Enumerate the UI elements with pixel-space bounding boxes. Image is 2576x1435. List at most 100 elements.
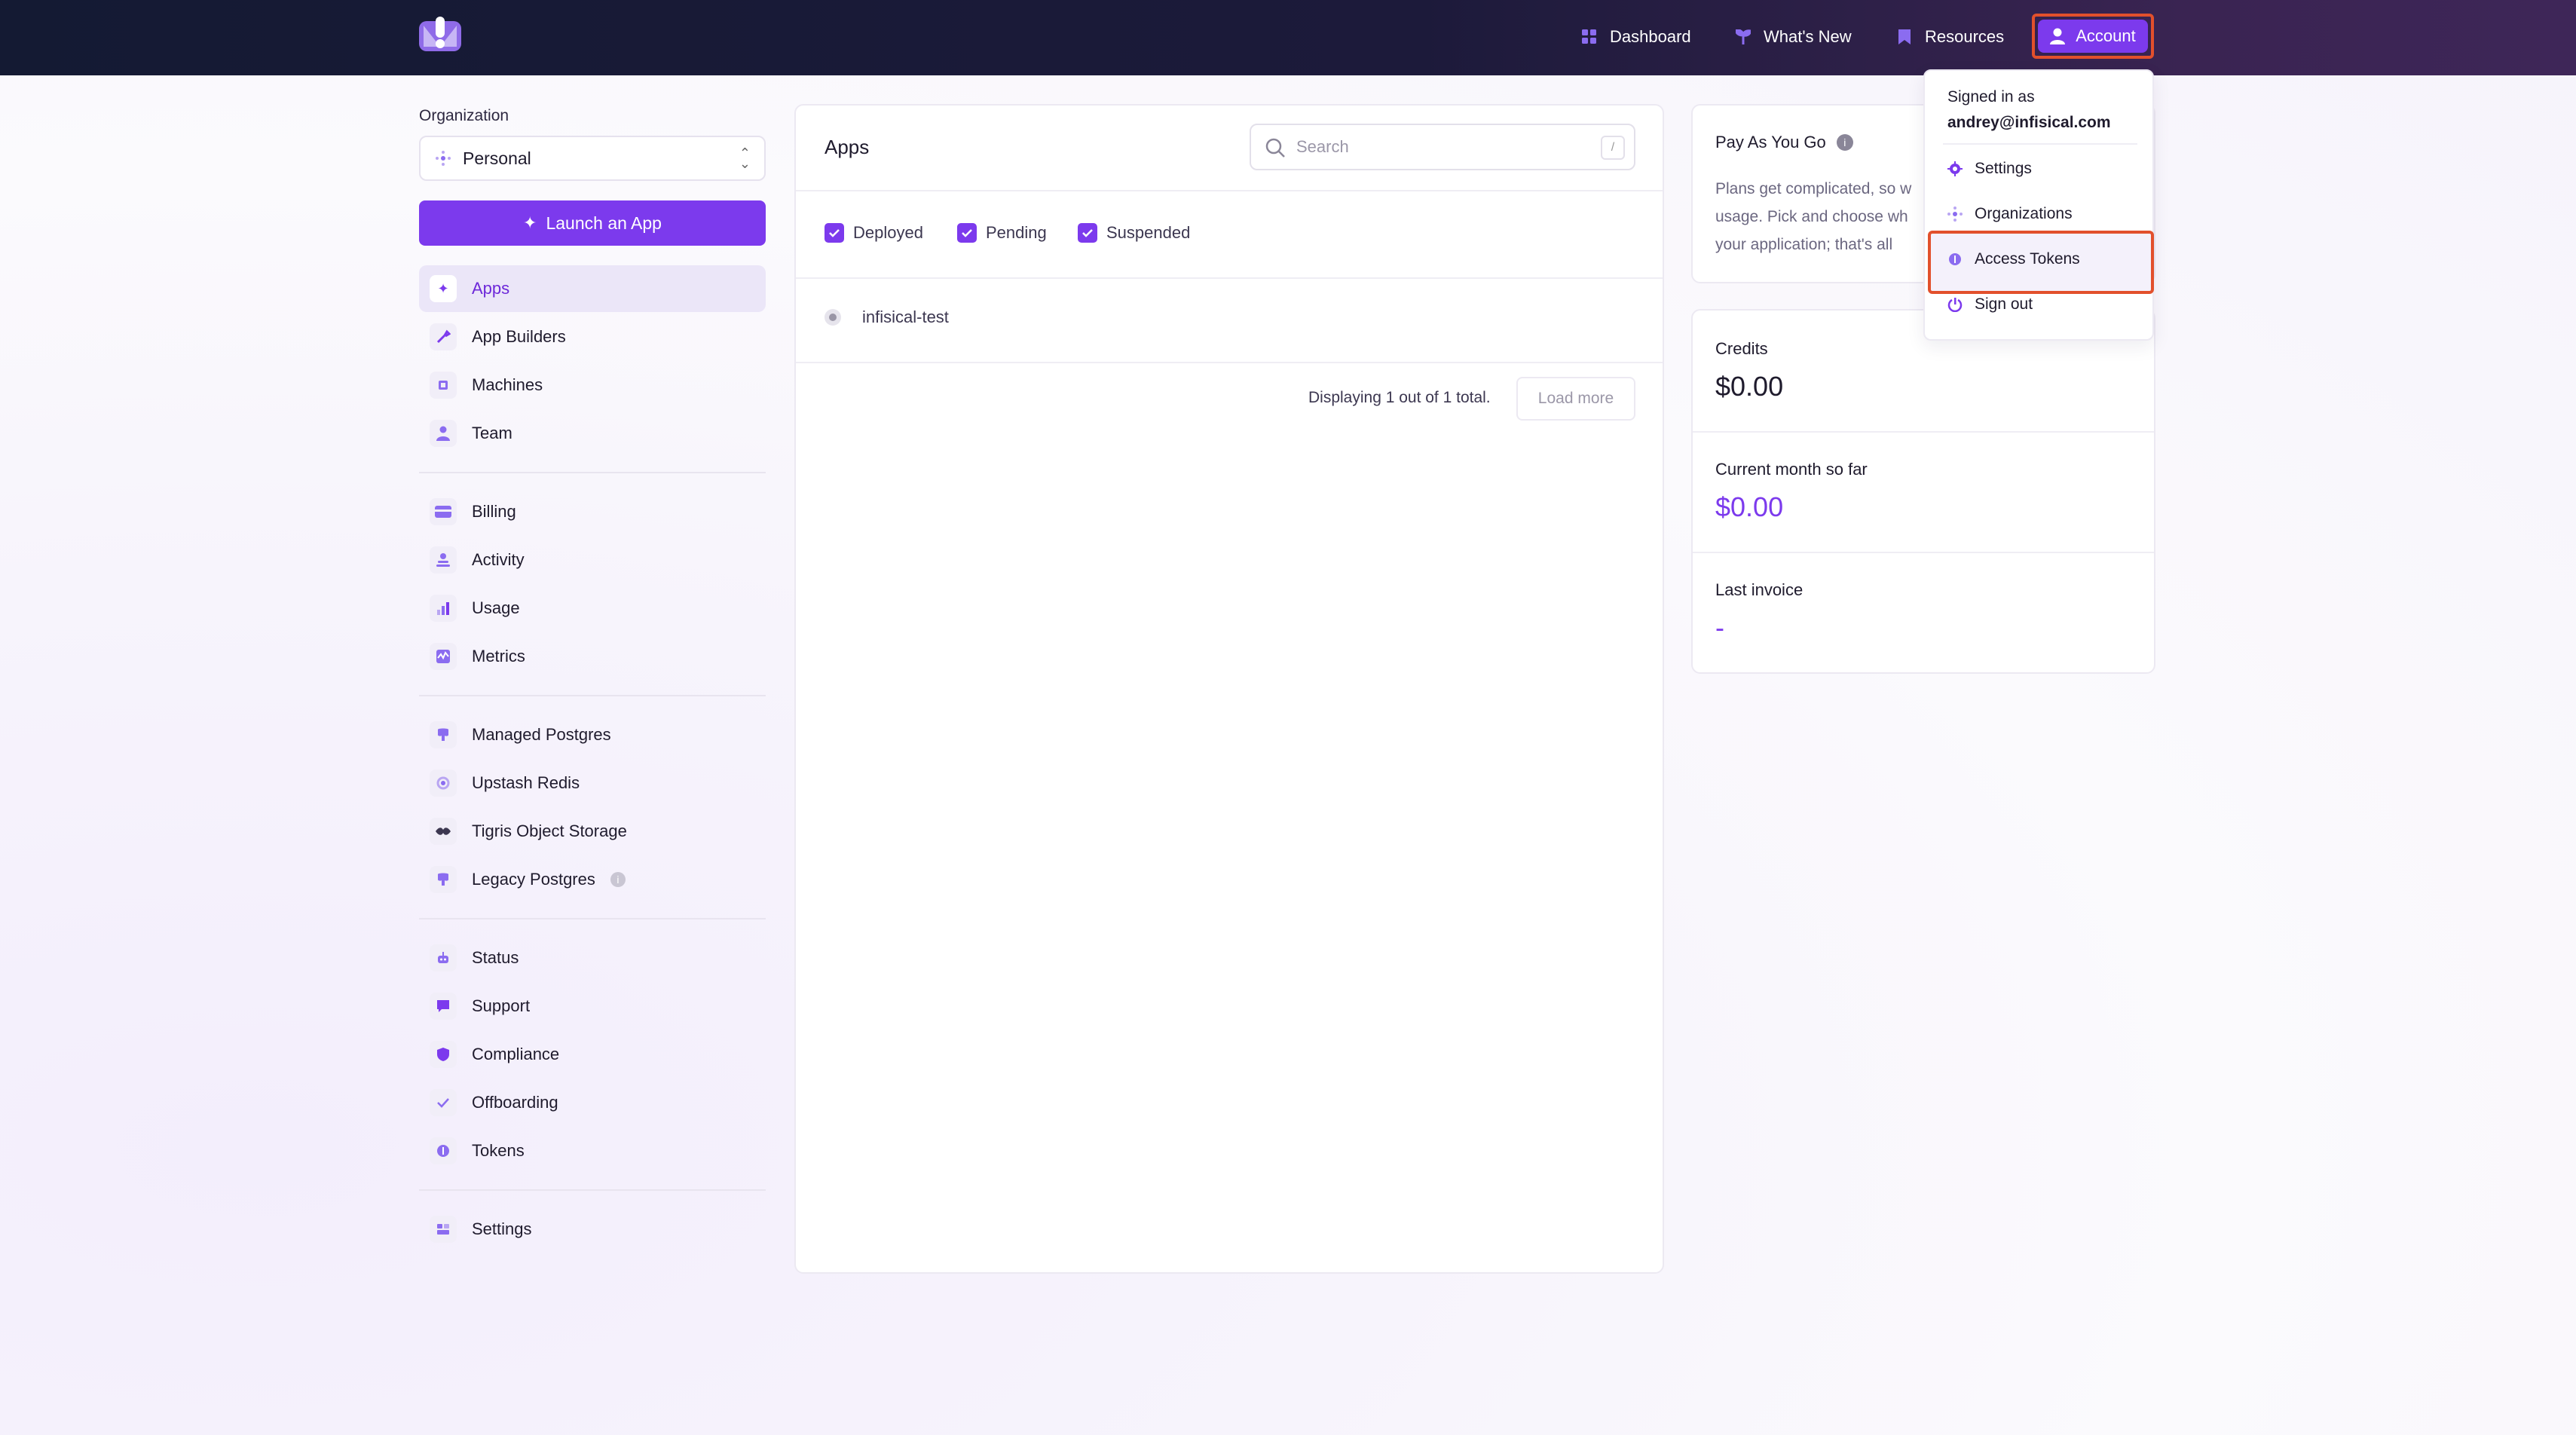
checkbox-checked-icon[interactable] xyxy=(1078,223,1097,243)
sidebar-item-settings[interactable]: Settings xyxy=(419,1206,766,1253)
apps-panel: Apps Search / Deployed Pending Suspended… xyxy=(794,104,1664,1274)
checkbox-checked-icon[interactable] xyxy=(957,223,977,243)
sidebar-divider xyxy=(419,695,766,696)
sidebar-item-label: Offboarding xyxy=(472,1093,558,1112)
org-icon xyxy=(1947,207,1963,222)
credits-value: $0.00 xyxy=(1715,371,1784,402)
sidebar-item-billing[interactable]: Billing xyxy=(419,488,766,535)
pagination-summary: Displaying 1 out of 1 total. xyxy=(1308,389,1491,406)
filter-label: Pending xyxy=(986,223,1047,242)
search-input[interactable]: Search / xyxy=(1250,124,1635,170)
menu-item-sign-out[interactable]: Sign out xyxy=(1947,295,2033,314)
filter-deployed[interactable]: Deployed xyxy=(825,223,923,243)
info-icon[interactable]: i xyxy=(1836,134,1853,151)
app-logo-icon[interactable] xyxy=(419,17,461,54)
signed-in-email: andrey@infisical.com xyxy=(1947,114,2111,131)
sidebar-item-label: Billing xyxy=(472,502,516,521)
nav-dashboard[interactable]: Dashboard xyxy=(1581,20,1691,54)
sidebar-item-legacy-postgres[interactable]: Legacy Postgres i xyxy=(419,856,766,903)
nav-whats-new-label: What's New xyxy=(1764,27,1852,46)
checkbox-checked-icon[interactable] xyxy=(825,223,844,243)
sidebar-item-label: Metrics xyxy=(472,647,525,665)
sidebar-divider xyxy=(419,1189,766,1191)
sidebar-item-activity[interactable]: Activity xyxy=(419,537,766,583)
sidebar-item-label: Settings xyxy=(472,1219,532,1238)
top-bar: Dashboard What's New Resources Account xyxy=(0,0,2576,75)
grid-icon xyxy=(1581,29,1598,45)
status-dot-icon xyxy=(825,309,841,326)
chip-icon xyxy=(430,372,457,399)
tools-icon xyxy=(430,323,457,350)
sparkle-icon: ✦ xyxy=(523,213,537,232)
token-icon xyxy=(1949,253,1961,265)
sidebar-item-label: App Builders xyxy=(472,327,566,346)
signed-in-info: Signed in as andrey@infisical.com xyxy=(1947,84,2111,136)
filter-label: Deployed xyxy=(853,223,923,242)
current-month-label: Current month so far xyxy=(1715,460,1868,479)
search-shortcut: / xyxy=(1601,136,1625,160)
sprout-icon xyxy=(1735,29,1751,45)
organization-select-value: Personal xyxy=(463,148,531,168)
sidebar-item-label: Machines xyxy=(472,375,543,394)
panel-divider xyxy=(796,277,1663,279)
sidebar-divider xyxy=(419,472,766,473)
sidebar-item-usage[interactable]: Usage xyxy=(419,585,766,632)
menu-item-label: Settings xyxy=(1975,160,2032,177)
sidebar-item-label: Activity xyxy=(472,550,525,569)
menu-item-organizations[interactable]: Organizations xyxy=(1947,205,2073,223)
panel-divider xyxy=(796,190,1663,191)
sidebar-item-managed-postgres[interactable]: Managed Postgres xyxy=(419,711,766,758)
current-month-value: $0.00 xyxy=(1715,491,1784,522)
organization-select[interactable]: Personal ⌃ ⌄ xyxy=(419,136,766,181)
last-invoice-value: - xyxy=(1715,612,1724,643)
sidebar-item-support[interactable]: Support xyxy=(419,983,766,1030)
sidebar-item-label: Compliance xyxy=(472,1045,560,1063)
sidebar-item-team[interactable]: Team xyxy=(419,410,766,457)
sidebar-item-machines[interactable]: Machines xyxy=(419,362,766,408)
filter-pending[interactable]: Pending xyxy=(957,223,1047,243)
filter-label: Suspended xyxy=(1106,223,1191,242)
sidebar-item-label: Status xyxy=(472,948,519,967)
account-button[interactable]: Account xyxy=(2038,20,2148,53)
card-divider xyxy=(1693,431,2154,433)
menu-item-access-tokens[interactable]: Access Tokens xyxy=(1947,250,2080,268)
sidebar-item-app-builders[interactable]: App Builders xyxy=(419,314,766,360)
sidebar-item-tigris[interactable]: Tigris Object Storage xyxy=(419,808,766,855)
settings-icon xyxy=(430,1216,457,1243)
sidebar-item-compliance[interactable]: Compliance xyxy=(419,1031,766,1078)
account-dropdown-menu: Signed in as andrey@infisical.com Settin… xyxy=(1923,69,2154,341)
menu-item-settings[interactable]: Settings xyxy=(1947,160,2032,178)
nav-dashboard-label: Dashboard xyxy=(1610,27,1691,46)
launch-app-button[interactable]: ✦ Launch an App xyxy=(419,200,766,246)
menu-item-label: Organizations xyxy=(1975,205,2073,222)
bar-chart-icon xyxy=(430,595,457,622)
sidebar-item-label: Apps xyxy=(472,279,510,298)
card-divider xyxy=(1693,552,2154,553)
app-name[interactable]: infisical-test xyxy=(862,308,949,327)
nav-resources[interactable]: Resources xyxy=(1896,20,2004,54)
sparkle-icon: ✦ xyxy=(430,275,457,302)
nav-whats-new[interactable]: What's New xyxy=(1735,20,1852,54)
info-icon[interactable]: i xyxy=(610,872,626,887)
sidebar-divider xyxy=(419,918,766,919)
load-more-button[interactable]: Load more xyxy=(1516,377,1635,421)
panel-divider xyxy=(796,362,1663,363)
app-row[interactable]: infisical-test xyxy=(825,308,949,327)
shield-icon xyxy=(430,1041,457,1068)
search-icon xyxy=(1265,138,1285,158)
user-icon xyxy=(2050,28,2066,44)
bookmark-icon xyxy=(1896,29,1913,45)
sidebar-item-apps[interactable]: ✦ Apps xyxy=(419,265,766,312)
apps-title: Apps xyxy=(825,136,870,158)
sidebar-item-upstash-redis[interactable]: Upstash Redis xyxy=(419,760,766,806)
chevron-updown-icon: ⌃ ⌄ xyxy=(739,145,751,171)
gear-icon xyxy=(1947,161,1963,176)
sidebar-item-metrics[interactable]: Metrics xyxy=(419,633,766,680)
sidebar-item-status[interactable]: Status xyxy=(419,935,766,981)
chat-icon xyxy=(430,993,457,1020)
sidebar-item-offboarding[interactable]: Offboarding xyxy=(419,1079,766,1126)
filter-suspended[interactable]: Suspended xyxy=(1078,223,1190,243)
last-invoice-label: Last invoice xyxy=(1715,580,1804,599)
sidebar-item-label: Upstash Redis xyxy=(472,773,580,792)
sidebar-item-tokens[interactable]: Tokens xyxy=(419,1128,766,1174)
